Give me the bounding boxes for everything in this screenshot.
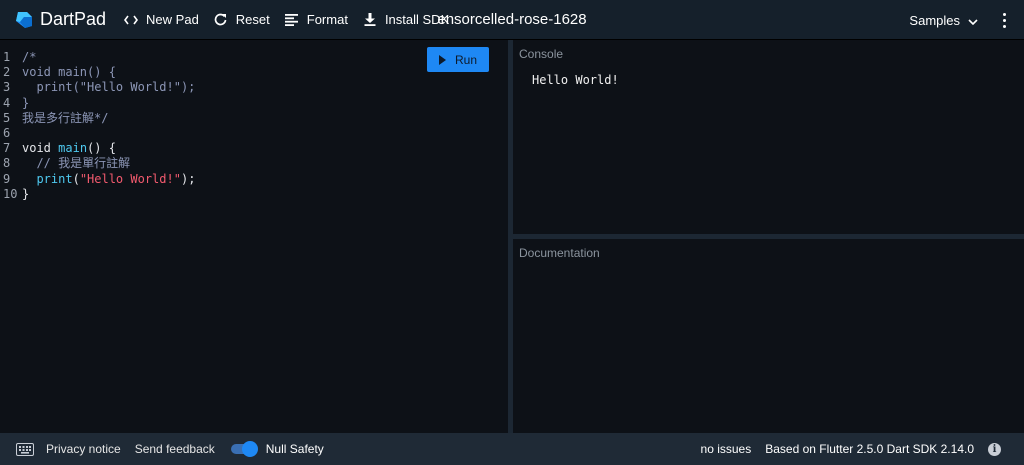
download-icon [362, 12, 378, 28]
new-pad-button[interactable]: New Pad [116, 0, 206, 40]
samples-dropdown[interactable]: Samples [909, 0, 978, 40]
send-feedback-link[interactable]: Send feedback [135, 442, 215, 456]
logo-text: DartPad [40, 9, 107, 29]
sdk-version: Based on Flutter 2.5.0 Dart SDK 2.14.0 [765, 442, 974, 456]
code-line: 7 void main() { [0, 141, 195, 156]
install-sdk-label: Install SDK [384, 12, 450, 27]
code-line: 2 void main() { [0, 65, 195, 80]
code-text: } [22, 95, 30, 110]
line-number: 1 [3, 50, 11, 64]
refresh-icon [213, 12, 229, 28]
code-text: 我是多行註解*/ [22, 110, 109, 125]
code-text: void main() { [22, 65, 116, 80]
function-token: main [58, 141, 88, 156]
status-bar: Privacy notice Send feedback Null Safety… [0, 433, 1024, 465]
dartpad-logo[interactable]: DartPad [14, 9, 106, 30]
more-options-icon[interactable] [994, 10, 1014, 30]
punct-token: } [22, 186, 30, 201]
code-line: 3 print("Hello World!"); [0, 80, 195, 95]
documentation-panel: Documentation [513, 239, 1024, 433]
function-token: print [36, 171, 73, 186]
reset-button[interactable]: Reset [206, 0, 277, 40]
punct-token: () { [87, 141, 116, 156]
reset-label: Reset [235, 12, 270, 27]
console-label: Console [519, 47, 564, 61]
line-number: 10 [3, 186, 18, 201]
new-pad-label: New Pad [146, 12, 199, 27]
keyword-token: void [22, 141, 51, 156]
punct-token: ); [180, 171, 196, 186]
run-label: Run [454, 52, 477, 67]
console-output: Hello World! [532, 73, 619, 87]
comment-token: // 我是單行註解 [36, 156, 131, 171]
line-number: 9 [3, 171, 11, 186]
code-editor[interactable]: 1 /* 2 void main() { 3 print("Hello World!… [0, 40, 508, 433]
code-line: 4} [0, 96, 195, 111]
code-text: print("Hello World!"); [22, 80, 196, 95]
string-token: "Hello World!" [79, 171, 181, 186]
install-sdk-button[interactable]: Install SDK [355, 0, 456, 40]
info-icon[interactable]: i [988, 442, 1001, 456]
documentation-label: Documentation [519, 246, 600, 260]
code-icon [123, 12, 139, 28]
null-safety-label: Null Safety [265, 442, 324, 456]
keyboard-icon[interactable] [16, 442, 34, 456]
run-button[interactable]: Run [427, 47, 489, 72]
line-number: 5 [3, 110, 11, 125]
dart-logo-icon [16, 11, 32, 28]
line-number: 7 [3, 141, 11, 156]
format-label: Format [306, 12, 348, 27]
line-number: 6 [3, 125, 11, 140]
play-icon [438, 54, 446, 65]
app-header: DartPad New Pad Reset Format Install SDK… [0, 0, 1024, 40]
code-line: 8 // 我是單行註解 [0, 156, 195, 171]
code-text: /* [22, 50, 37, 64]
line-number: 4 [3, 95, 11, 110]
privacy-notice-link[interactable]: Privacy notice [46, 442, 121, 456]
code-line: 1 /* [0, 50, 195, 65]
code-line: 9 print("Hello World!"); [0, 172, 195, 187]
format-align-icon [284, 12, 300, 28]
samples-label: Samples [909, 12, 960, 28]
status-right: no issues Based on Flutter 2.5.0 Dart SD… [701, 433, 1024, 465]
format-button[interactable]: Format [277, 0, 355, 40]
issues-status[interactable]: no issues [701, 442, 752, 456]
null-safety-toggle[interactable] [229, 441, 258, 457]
code-line: 5 我是多行註解*/ [0, 111, 195, 126]
punct-token: ( [72, 171, 80, 186]
code-lines[interactable]: 1 /* 2 void main() { 3 print("Hello World!… [0, 50, 195, 202]
chevron-down-icon [968, 13, 978, 28]
line-number: 2 [3, 65, 11, 80]
code-line: 6 [0, 126, 195, 141]
console-panel: Console Hello World! [513, 40, 1024, 234]
line-number: 3 [3, 80, 11, 95]
line-number: 8 [3, 156, 11, 171]
code-line: 10} [0, 187, 195, 202]
